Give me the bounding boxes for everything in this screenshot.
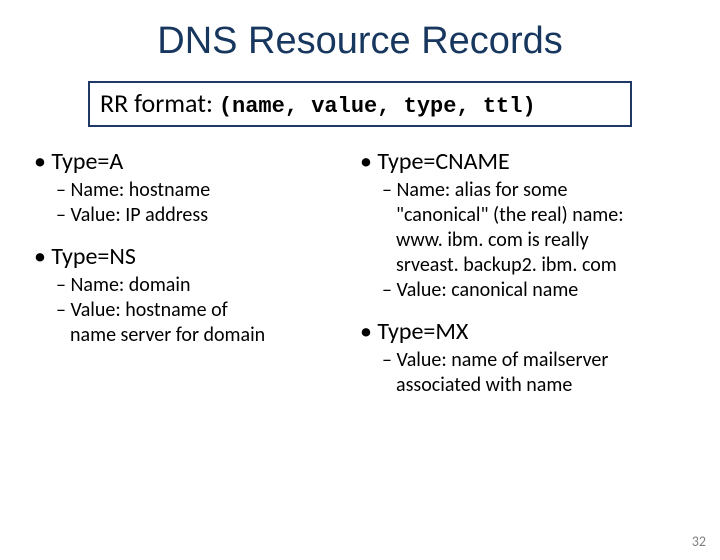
type-mx-l2: associated with name [382, 373, 686, 398]
left-column: • Type=A – Name: hostname – Value: IP ad… [34, 145, 360, 412]
type-cname-l3: www. ibm. com is really [382, 228, 686, 253]
type-a-name: – Name: hostname [56, 178, 360, 203]
type-a-heading: • Type=A [34, 147, 360, 176]
type-cname-l4: srveast. backup2. ibm. com [382, 253, 686, 278]
type-a-block: • Type=A – Name: hostname – Value: IP ad… [34, 147, 360, 228]
type-ns-block: • Type=NS – Name: domain – Value: hostna… [34, 242, 360, 348]
type-mx-heading: • Type=MX [360, 317, 686, 346]
rr-format-tuple: (name, value, type, ttl) [219, 94, 536, 119]
type-mx-l1: – Value: name of mailserver [382, 348, 686, 373]
type-ns-value-l2: name server for domain [56, 323, 360, 348]
slide-title: DNS Resource Records [0, 20, 720, 63]
rr-format-label: RR format: [100, 87, 219, 119]
page-number: 32 [692, 533, 706, 550]
type-cname-heading: • Type=CNAME [360, 147, 686, 176]
type-cname-block: • Type=CNAME – Name: alias for some "can… [360, 147, 686, 303]
rr-format-box: RR format: (name, value, type, ttl) [88, 81, 632, 127]
type-ns-value-l1: – Value: hostname of [56, 298, 360, 323]
type-cname-l2: "canonical" (the real) name: [382, 203, 686, 228]
type-ns-name: – Name: domain [56, 273, 360, 298]
type-cname-l1: – Name: alias for some [382, 178, 686, 203]
type-cname-l5: – Value: canonical name [382, 278, 686, 303]
content-columns: • Type=A – Name: hostname – Value: IP ad… [0, 145, 720, 412]
type-ns-heading: • Type=NS [34, 242, 360, 271]
right-column: • Type=CNAME – Name: alias for some "can… [360, 145, 686, 412]
type-mx-block: • Type=MX – Value: name of mailserver as… [360, 317, 686, 398]
type-a-value: – Value: IP address [56, 203, 360, 228]
